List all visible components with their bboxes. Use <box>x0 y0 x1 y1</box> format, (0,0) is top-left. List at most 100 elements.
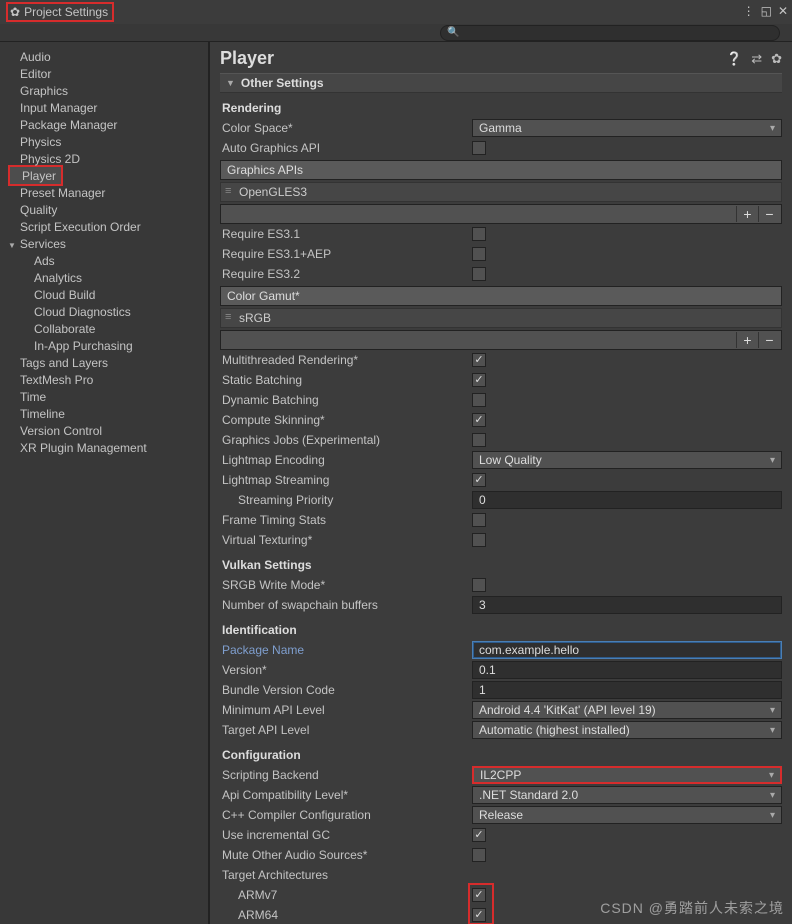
label-srgb: SRGB Write Mode* <box>220 578 472 592</box>
dropdown-color-space[interactable]: Gamma <box>472 119 782 137</box>
sidebar-item-services[interactable]: Services <box>0 235 208 252</box>
label-cpp-config: C++ Compiler Configuration <box>220 808 472 822</box>
sidebar-item-physics[interactable]: Physics <box>0 133 208 150</box>
sidebar-item-iap[interactable]: In-App Purchasing <box>0 337 208 354</box>
label-auto-graphics: Auto Graphics API <box>220 141 472 155</box>
add-button[interactable]: + <box>736 332 758 348</box>
checkbox-virtual-tex[interactable] <box>472 533 486 547</box>
dropdown-api-compat[interactable]: .NET Standard 2.0 <box>472 786 782 804</box>
sidebar-item-player[interactable]: Player <box>10 167 61 184</box>
window-title: Project Settings <box>24 5 108 19</box>
checkbox-es31[interactable] <box>472 227 486 241</box>
label-es32: Require ES3.2 <box>220 267 472 281</box>
list-item-srgb[interactable]: sRGB <box>220 308 782 328</box>
checkbox-static-batch[interactable] <box>472 373 486 387</box>
label-mt-rendering: Multithreaded Rendering* <box>220 353 472 367</box>
label-static-batch: Static Batching <box>220 373 472 387</box>
checkbox-mute-audio[interactable] <box>472 848 486 862</box>
label-lightmap-stream: Lightmap Streaming <box>220 473 472 487</box>
sidebar-item-tags[interactable]: Tags and Layers <box>0 354 208 371</box>
label-stream-priority: Streaming Priority <box>220 493 472 507</box>
sidebar-item-collaborate[interactable]: Collaborate <box>0 320 208 337</box>
sidebar-item-graphics[interactable]: Graphics <box>0 82 208 99</box>
checkbox-es31aep[interactable] <box>472 247 486 261</box>
search-icon: 🔍 <box>447 27 459 38</box>
checkbox-lightmap-stream[interactable] <box>472 473 486 487</box>
dropdown-scripting-backend[interactable]: IL2CPP <box>472 766 782 784</box>
label-lightmap-enc: Lightmap Encoding <box>220 453 472 467</box>
window-controls: ⋮ ◱ ✕ <box>743 4 788 18</box>
add-button[interactable]: + <box>736 206 758 222</box>
label-api-compat: Api Compatibility Level* <box>220 788 472 802</box>
label-package-name[interactable]: Package Name <box>220 643 472 657</box>
chevron-down-icon: ▼ <box>226 78 235 88</box>
sidebar-item-time[interactable]: Time <box>0 388 208 405</box>
popout-icon[interactable]: ◱ <box>761 4 772 18</box>
sidebar-item-quality[interactable]: Quality <box>0 201 208 218</box>
list-header-color-gamut: Color Gamut* <box>220 286 782 306</box>
dropdown-lightmap-enc[interactable]: Low Quality <box>472 451 782 469</box>
label-frame-timing: Frame Timing Stats <box>220 513 472 527</box>
sidebar-item-vcs[interactable]: Version Control <box>0 422 208 439</box>
sidebar-item-xr[interactable]: XR Plugin Management <box>0 439 208 456</box>
checkbox-compute-skin[interactable] <box>472 413 486 427</box>
sidebar-item-analytics[interactable]: Analytics <box>0 269 208 286</box>
group-vulkan: Vulkan Settings <box>222 558 782 572</box>
input-bundle[interactable]: 1 <box>472 681 782 699</box>
label-graphics-jobs: Graphics Jobs (Experimental) <box>220 433 472 447</box>
dropdown-cpp-config[interactable]: Release <box>472 806 782 824</box>
page-title: Player <box>220 48 274 69</box>
menu-icon[interactable]: ⋮ <box>743 4 755 18</box>
label-target-arch: Target Architectures <box>220 868 472 882</box>
sidebar-item-cloud-diag[interactable]: Cloud Diagnostics <box>0 303 208 320</box>
label-armv7: ARMv7 <box>220 888 472 902</box>
remove-button[interactable]: − <box>758 206 780 222</box>
settings-icon[interactable]: ✿ <box>771 51 782 67</box>
checkbox-auto-graphics[interactable] <box>472 141 486 155</box>
checkbox-armv7[interactable] <box>472 888 486 902</box>
label-color-space: Color Space* <box>220 121 472 135</box>
sidebar-item-input-manager[interactable]: Input Manager <box>0 99 208 116</box>
checkbox-dynamic-batch[interactable] <box>472 393 486 407</box>
sidebar-item-timeline[interactable]: Timeline <box>0 405 208 422</box>
close-icon[interactable]: ✕ <box>778 4 788 18</box>
sidebar: Audio Editor Graphics Input Manager Pack… <box>0 42 210 924</box>
input-stream-priority[interactable]: 0 <box>472 491 782 509</box>
input-version[interactable]: 0.1 <box>472 661 782 679</box>
label-arm64: ARM64 <box>220 908 472 922</box>
checkbox-mt-rendering[interactable] <box>472 353 486 367</box>
input-package-name[interactable]: com.example.hello <box>472 641 782 659</box>
sidebar-item-tmpro[interactable]: TextMesh Pro <box>0 371 208 388</box>
gear-icon: ✿ <box>10 5 20 19</box>
preset-icon[interactable]: ⇄ <box>751 51 762 67</box>
search-input[interactable]: 🔍 <box>440 25 780 41</box>
help-icon[interactable]: ❔ <box>726 51 742 67</box>
label-min-api: Minimum API Level <box>220 703 472 717</box>
watermark-text: CSDN @勇踏前人未索之境 <box>600 898 784 918</box>
sidebar-item-ads[interactable]: Ads <box>0 252 208 269</box>
checkbox-arm64[interactable] <box>472 908 486 922</box>
sidebar-item-preset-manager[interactable]: Preset Manager <box>0 184 208 201</box>
dropdown-min-api[interactable]: Android 4.4 'KitKat' (API level 19) <box>472 701 782 719</box>
sidebar-item-editor[interactable]: Editor <box>0 65 208 82</box>
toolbar-strip: 🔍 <box>0 24 792 42</box>
sidebar-item-audio[interactable]: Audio <box>0 48 208 65</box>
checkbox-frame-timing[interactable] <box>472 513 486 527</box>
sidebar-item-physics2d[interactable]: Physics 2D <box>0 150 208 167</box>
page-header: Player ❔ ⇄ ✿ <box>210 42 792 73</box>
checkbox-graphics-jobs[interactable] <box>472 433 486 447</box>
section-other-settings[interactable]: ▼ Other Settings <box>220 73 782 93</box>
dropdown-target-api[interactable]: Automatic (highest installed) <box>472 721 782 739</box>
list-item-opengles3[interactable]: OpenGLES3 <box>220 182 782 202</box>
sidebar-item-package-manager[interactable]: Package Manager <box>0 116 208 133</box>
checkbox-es32[interactable] <box>472 267 486 281</box>
input-swapchain[interactable]: 3 <box>472 596 782 614</box>
titlebar: ✿ Project Settings ⋮ ◱ ✕ <box>0 0 792 24</box>
group-configuration: Configuration <box>222 748 782 762</box>
checkbox-inc-gc[interactable] <box>472 828 486 842</box>
sidebar-item-cloud-build[interactable]: Cloud Build <box>0 286 208 303</box>
remove-button[interactable]: − <box>758 332 780 348</box>
checkbox-srgb[interactable] <box>472 578 486 592</box>
sidebar-item-script-exec[interactable]: Script Execution Order <box>0 218 208 235</box>
label-target-api: Target API Level <box>220 723 472 737</box>
